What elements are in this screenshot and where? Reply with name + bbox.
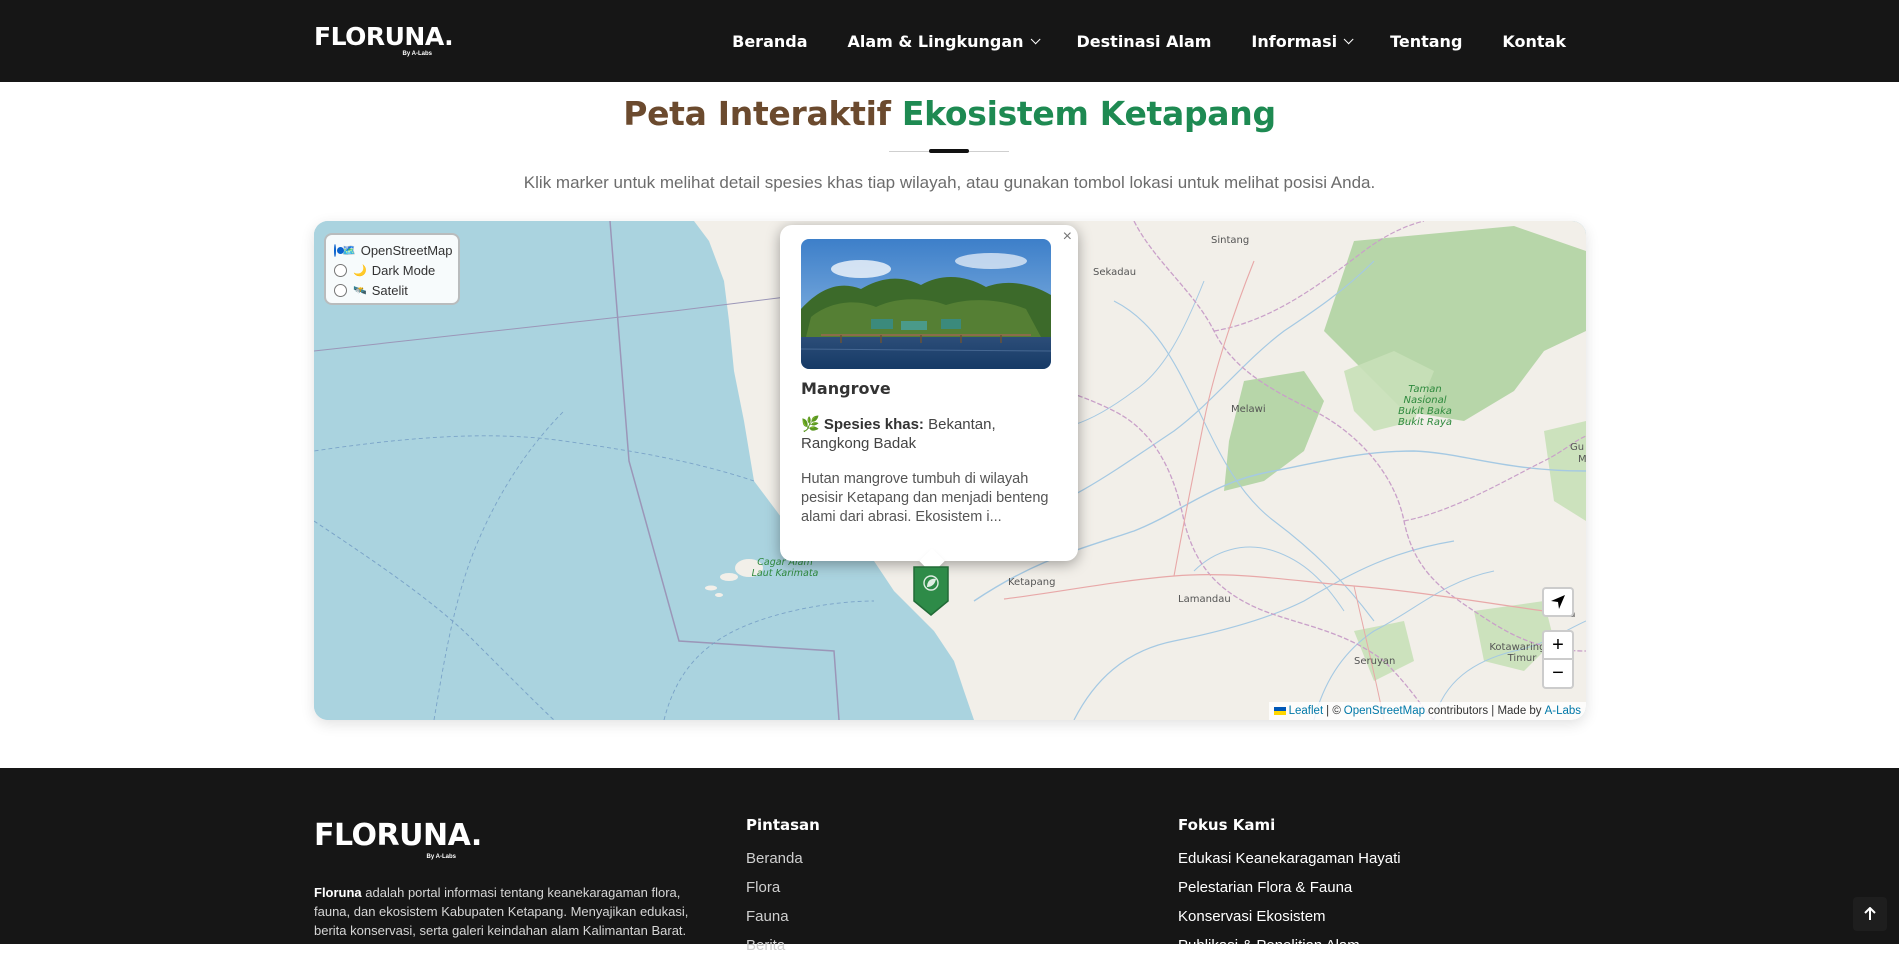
interactive-map[interactable]: Sintang Sekadau Melawi Ketapang Lamandau… <box>314 221 1586 720</box>
alabs-link[interactable]: A-Labs <box>1545 705 1581 717</box>
footer-focus-item: Pelestarian Flora & Fauna <box>1178 879 1353 896</box>
place-label-ketapang: Ketapang <box>1008 577 1056 588</box>
place-label-sintang: Sintang <box>1211 235 1250 246</box>
title-part-2: Ekosistem Ketapang <box>901 94 1276 133</box>
mangrove-photo <box>801 239 1051 369</box>
place-label-seruyan: Seruyan <box>1354 656 1396 667</box>
nav-tentang[interactable]: Tentang <box>1390 32 1462 51</box>
title-divider-accent <box>929 149 969 153</box>
footer-about: Floruna adalah portal informasi tentang … <box>314 883 714 940</box>
attribution-text: | © <box>1326 705 1341 717</box>
footer-logo[interactable]: FLORUNA. By A-Labs <box>314 818 482 864</box>
about-text: adalah portal informasi tentang keanekar… <box>314 885 689 938</box>
radio-satellite[interactable] <box>334 283 347 297</box>
nav-label: Kontak <box>1502 31 1566 51</box>
layer-option-dark[interactable]: 🌙 Dark Mode <box>334 260 450 280</box>
navbar: FLORUNA. By A-Labs Beranda Alam & Lingku… <box>0 0 1899 82</box>
place-label-sekadau: Sekadau <box>1093 267 1137 278</box>
nav-informasi[interactable]: Informasi <box>1251 31 1354 51</box>
title-part-1: Peta Interaktif <box>623 94 891 133</box>
leaf-icon: 🌿 <box>801 416 820 433</box>
map-icon: 🗺️ <box>342 244 356 257</box>
leaflet-link[interactable]: Leaflet <box>1289 705 1324 717</box>
attribution-text: contributors | Made by <box>1427 705 1542 717</box>
footer-link-berita[interactable]: Berita <box>746 937 820 966</box>
close-icon[interactable]: × <box>1063 228 1072 246</box>
section-title: Peta Interaktif Ekosistem Ketapang <box>0 92 1899 136</box>
satellite-icon: 🛰️ <box>353 284 367 297</box>
footer-focus-item: Publikasi & Penelitian Alam <box>1178 937 1360 954</box>
popup-species: 🌿 Spesies khas: Bekantan, Rangkong Badak <box>801 415 1057 453</box>
nav-label: Tentang <box>1390 31 1463 51</box>
place-label-melawi: Melawi <box>1231 404 1266 415</box>
shortcuts-heading: Pintasan <box>746 816 820 834</box>
species-label: Spesies khas: <box>823 416 924 433</box>
chevron-down-icon <box>1030 33 1041 44</box>
layer-label: OpenStreetMap <box>360 242 453 258</box>
layer-label: Satelit <box>371 282 408 298</box>
zoom-in-button[interactable]: + <box>1542 630 1574 660</box>
footer-focus-item: Konservasi Ekosistem <box>1178 908 1326 925</box>
about-brand: Floruna <box>314 885 362 900</box>
place-label-m: M <box>1578 454 1586 465</box>
nav-label: Beranda <box>732 31 808 51</box>
footer-focus-item: Edukasi Keanekaragaman Hayati <box>1178 850 1401 867</box>
chevron-down-icon <box>1343 33 1354 44</box>
logo-text: FLORUNA. <box>314 22 454 51</box>
nav-alam-lingkungan[interactable]: Alam & Lingkungan <box>847 31 1041 51</box>
arrow-up-icon <box>1864 907 1876 920</box>
layer-control: 🗺️ OpenStreetMap 🌙 Dark Mode 🛰️ Satelit <box>324 233 460 305</box>
section-subtitle: Klik marker untuk melihat detail spesies… <box>523 173 1376 192</box>
nav-destinasi-alam[interactable]: Destinasi Alam <box>1077 32 1212 51</box>
moon-icon: 🌙 <box>353 264 367 277</box>
logo-subtext: By A-Labs <box>426 854 456 860</box>
locate-button[interactable] <box>1542 587 1574 617</box>
nav-label: Alam & Lingkungan <box>847 31 1024 51</box>
location-arrow-icon <box>1551 595 1565 609</box>
nav-beranda[interactable]: Beranda <box>732 32 807 51</box>
layer-option-osm[interactable]: 🗺️ OpenStreetMap <box>334 240 453 260</box>
logo-subtext: By A-Labs <box>402 51 432 57</box>
focus-heading: Fokus Kami <box>1178 816 1276 834</box>
popup-title: Mangrove <box>801 379 891 398</box>
place-label-lamandau: Lamandau <box>1178 594 1231 605</box>
radio-dark[interactable] <box>334 263 347 277</box>
footer-link-flora[interactable]: Flora <box>746 879 820 908</box>
popup-description: Hutan mangrove tumbuh di wilayah pesisir… <box>801 471 1049 525</box>
marker-popup: × Mangrove 🌿 Spesies khas: Bekantan, Ran… <box>780 225 1078 574</box>
nav-kontak[interactable]: Kontak <box>1502 32 1566 51</box>
footer: FLORUNA. By A-Labs Floruna adalah portal… <box>0 768 1899 954</box>
nav-label: Informasi <box>1251 31 1338 51</box>
map-attribution: Leaflet | © OpenStreetMap contributors |… <box>1268 702 1586 720</box>
ukraine-flag-icon <box>1273 707 1286 715</box>
nav-label: Destinasi Alam <box>1076 31 1212 51</box>
site-logo[interactable]: FLORUNA. By A-Labs <box>314 22 454 58</box>
back-to-top-button[interactable] <box>1853 897 1887 931</box>
zoom-out-button[interactable]: − <box>1542 659 1574 689</box>
leaf-marker-icon <box>913 566 949 616</box>
layer-label: Dark Mode <box>371 262 436 278</box>
park-label: Taman Nasional Bukit Baka Bukit Raya <box>1398 384 1452 428</box>
map-marker-mangrove[interactable] <box>910 561 952 617</box>
radio-osm[interactable] <box>334 243 344 257</box>
footer-link-beranda[interactable]: Beranda <box>746 850 820 879</box>
place-label-gu: Gu <box>1570 442 1585 453</box>
layer-option-satellite[interactable]: 🛰️ Satelit <box>334 280 450 300</box>
osm-link[interactable]: OpenStreetMap <box>1344 705 1425 717</box>
main-nav: Beranda Alam & Lingkungan Destinasi Alam… <box>732 0 1566 82</box>
logo-text: FLORUNA. <box>314 818 482 853</box>
footer-link-fauna[interactable]: Fauna <box>746 908 820 937</box>
